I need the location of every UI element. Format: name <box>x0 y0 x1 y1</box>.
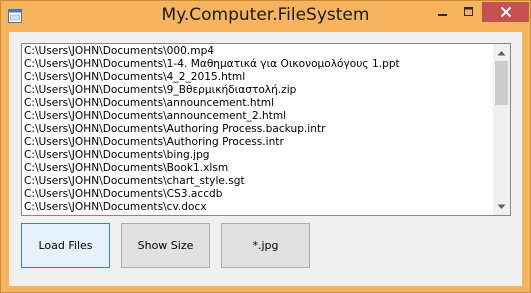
vertical-scrollbar[interactable] <box>493 44 510 215</box>
close-button[interactable] <box>482 2 529 22</box>
list-item[interactable]: C:\Users\JOHN\Documents\Book1.xlsm <box>24 162 494 175</box>
list-item[interactable]: C:\Users\JOHN\Documents\000.mp4 <box>24 45 494 58</box>
show-size-button[interactable]: Show Size <box>121 223 210 268</box>
list-item[interactable]: C:\Users\JOHN\Documents\announcement_2.h… <box>24 110 494 123</box>
list-item[interactable]: C:\Users\JOHN\Documents\chart_style.sgt <box>24 175 494 188</box>
list-item[interactable]: C:\Users\JOHN\Documents\Authoring Proces… <box>24 123 494 136</box>
load-files-button[interactable]: Load Files <box>21 223 110 268</box>
list-item[interactable]: C:\Users\JOHN\Documents\bing.jpg <box>24 149 494 162</box>
maximize-button[interactable] <box>456 2 482 22</box>
chevron-up-icon <box>497 50 506 55</box>
file-listbox[interactable]: C:\Users\JOHN\Documents\000.mp4 C:\Users… <box>21 43 511 216</box>
scroll-up-button[interactable] <box>493 44 510 61</box>
close-icon <box>500 6 511 18</box>
scroll-down-button[interactable] <box>493 198 510 215</box>
list-item[interactable]: C:\Users\JOHN\Documents\announcement.htm… <box>24 97 494 110</box>
list-item[interactable]: C:\Users\JOHN\Documents\1-4. Μαθηματικά … <box>24 58 494 71</box>
list-item[interactable]: C:\Users\JOHN\Documents\CS3.accdb <box>24 188 494 201</box>
minimize-button[interactable] <box>430 2 456 22</box>
list-item[interactable]: C:\Users\JOHN\Documents\cv.docx <box>24 201 494 214</box>
minimize-icon <box>438 14 447 16</box>
jpg-filter-button[interactable]: *.jpg <box>221 223 310 268</box>
scrollbar-thumb[interactable] <box>495 61 508 105</box>
application-window: My.Computer.FileSystem C:\Users\JOHN\Doc… <box>0 0 531 293</box>
form-client-area: C:\Users\JOHN\Documents\000.mp4 C:\Users… <box>9 32 522 286</box>
chevron-down-icon <box>497 204 506 209</box>
maximize-icon <box>464 7 473 16</box>
title-bar[interactable]: My.Computer.FileSystem <box>1 1 530 32</box>
list-item[interactable]: C:\Users\JOHN\Documents\Authoring Proces… <box>24 136 494 149</box>
list-item[interactable]: C:\Users\JOHN\Documents\9_Βθερμικήδιαστο… <box>24 84 494 97</box>
list-item[interactable]: C:\Users\JOHN\Documents\4_2_2015.html <box>24 71 494 84</box>
file-list-items: C:\Users\JOHN\Documents\000.mp4 C:\Users… <box>24 45 494 214</box>
